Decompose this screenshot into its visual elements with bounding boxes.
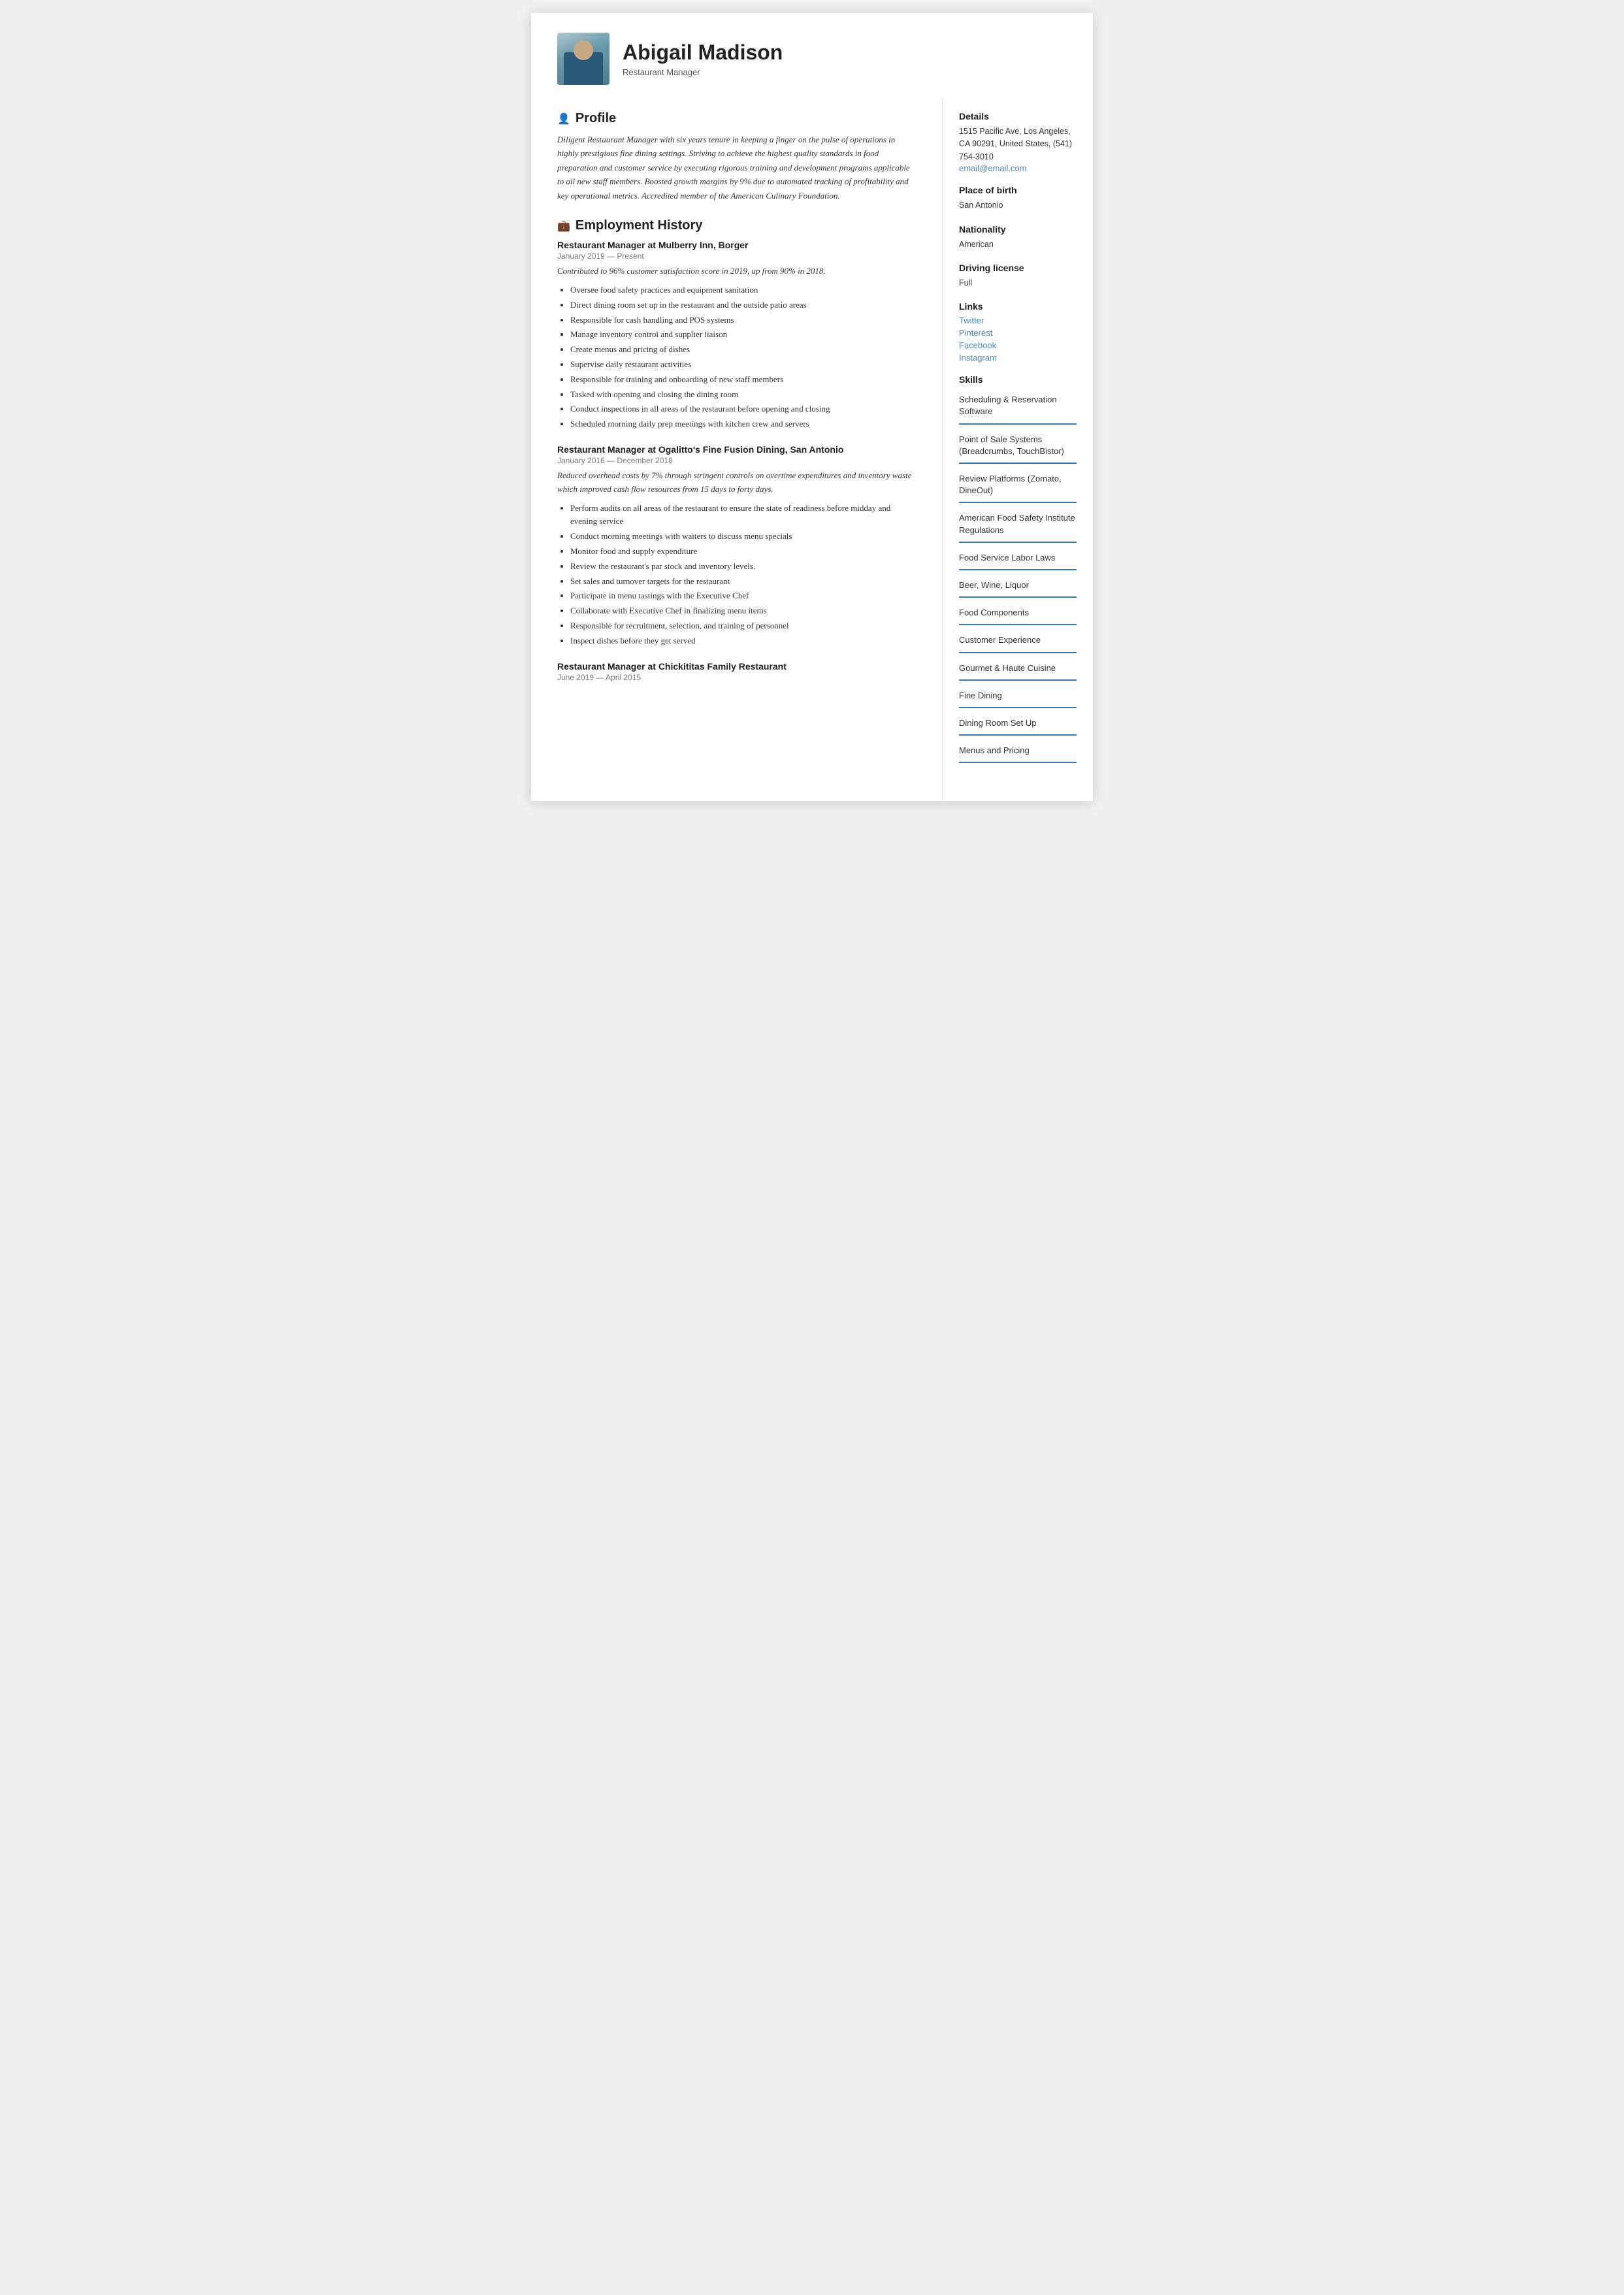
list-item: Direct dining room set up in the restaur… — [570, 299, 916, 312]
list-item: Responsible for training and onboarding … — [570, 373, 916, 387]
skill-name: Food Service Labor Laws — [959, 553, 1055, 562]
job-2-bullets: Perform audits on all areas of the resta… — [557, 502, 916, 648]
job-1-highlight: Contributed to 96% customer satisfaction… — [557, 265, 916, 278]
list-item: Set sales and turnover targets for the r… — [570, 575, 916, 589]
driving-license-section: Driving license Full — [959, 263, 1077, 289]
skill-item: Beer, Wine, Liquor — [959, 574, 1077, 598]
employment-icon: 💼 — [557, 220, 570, 233]
skill-item: Food Service Labor Laws — [959, 547, 1077, 570]
job-2-highlight: Reduced overhead costs by 7% through str… — [557, 469, 916, 496]
job-1: Restaurant Manager at Mulberry Inn, Borg… — [557, 240, 916, 431]
list-item: Scheduled morning daily prep meetings wi… — [570, 417, 916, 431]
place-of-birth-section: Place of birth San Antonio — [959, 185, 1077, 212]
skill-name: Food Components — [959, 608, 1029, 617]
job-1-dates: January 2019 — Present — [557, 252, 916, 261]
links-title: Links — [959, 301, 1077, 312]
skill-name: Scheduling & Reservation Software — [959, 395, 1057, 416]
details-title: Details — [959, 111, 1077, 122]
details-section: Details 1515 Pacific Ave, Los Angeles, C… — [959, 111, 1077, 173]
link-twitter[interactable]: Twitter — [959, 316, 1077, 325]
skills-title: Skills — [959, 374, 1077, 385]
skill-item: Dining Room Set Up — [959, 712, 1077, 736]
place-of-birth-value: San Antonio — [959, 199, 1077, 212]
profile-header: 👤 Profile — [557, 111, 916, 126]
job-2-title: Restaurant Manager at Ogalitto's Fine Fu… — [557, 444, 916, 455]
links-section: Links Twitter Pinterest Facebook Instagr… — [959, 301, 1077, 363]
nationality-label: Nationality — [959, 224, 1077, 235]
place-of-birth-label: Place of birth — [959, 185, 1077, 195]
employment-header: 💼 Employment History — [557, 218, 916, 233]
list-item: Conduct morning meetings with waiters to… — [570, 530, 916, 544]
avatar — [557, 33, 609, 85]
list-item: Review the restaurant's par stock and in… — [570, 560, 916, 574]
driving-license-value: Full — [959, 277, 1077, 289]
nationality-section: Nationality American — [959, 224, 1077, 251]
list-item: Oversee food safety practices and equipm… — [570, 284, 916, 297]
candidate-name: Abigail Madison — [623, 41, 1067, 65]
details-address: 1515 Pacific Ave, Los Angeles, CA 90291,… — [959, 125, 1077, 163]
job-2-dates: January 2016 — December 2018 — [557, 456, 916, 465]
skill-item: Scheduling & Reservation Software — [959, 389, 1077, 424]
job-1-bullets: Oversee food safety practices and equipm… — [557, 284, 916, 431]
skill-item: Review Platforms (Zomato, DineOut) — [959, 468, 1077, 503]
employment-section: 💼 Employment History Restaurant Manager … — [557, 218, 916, 681]
skill-name: Review Platforms (Zomato, DineOut) — [959, 474, 1062, 495]
details-email[interactable]: email@email.com — [959, 163, 1077, 173]
resume-document: Abigail Madison Restaurant Manager 👤 Pro… — [531, 13, 1093, 801]
list-item: Conduct inspections in all areas of the … — [570, 402, 916, 416]
profile-text: Diligent Restaurant Manager with six yea… — [557, 133, 916, 203]
list-item: Manage inventory control and supplier li… — [570, 328, 916, 342]
skill-item: Menus and Pricing — [959, 740, 1077, 763]
list-item: Participate in menu tastings with the Ex… — [570, 589, 916, 603]
skill-item: Customer Experience — [959, 629, 1077, 653]
link-instagram[interactable]: Instagram — [959, 353, 1077, 363]
profile-icon: 👤 — [557, 112, 570, 125]
list-item: Responsible for cash handling and POS sy… — [570, 314, 916, 327]
list-item: Responsible for recruitment, selection, … — [570, 619, 916, 633]
skill-name: Gourmet & Haute Cuisine — [959, 663, 1056, 673]
job-1-title: Restaurant Manager at Mulberry Inn, Borg… — [557, 240, 916, 250]
candidate-title: Restaurant Manager — [623, 67, 1067, 77]
driving-license-label: Driving license — [959, 263, 1077, 273]
header-section: Abigail Madison Restaurant Manager — [531, 13, 1093, 98]
skill-name: Point of Sale Systems (Breadcrumbs, Touc… — [959, 434, 1064, 456]
skill-name: American Food Safety Institute Regulatio… — [959, 513, 1075, 534]
job-2: Restaurant Manager at Ogalitto's Fine Fu… — [557, 444, 916, 648]
profile-title: Profile — [576, 111, 616, 126]
skill-name: Fine Dining — [959, 691, 1002, 700]
skills-section: Skills Scheduling & Reservation Software… — [959, 374, 1077, 763]
skill-item: Fine Dining — [959, 685, 1077, 708]
header-text: Abigail Madison Restaurant Manager — [623, 41, 1067, 77]
nationality-value: American — [959, 238, 1077, 251]
skill-name: Beer, Wine, Liquor — [959, 580, 1029, 590]
job-3-dates: June 2019 — April 2015 — [557, 673, 916, 682]
list-item: Tasked with opening and closing the dini… — [570, 388, 916, 402]
body-section: 👤 Profile Diligent Restaurant Manager wi… — [531, 98, 1093, 801]
list-item: Monitor food and supply expenditure — [570, 545, 916, 559]
skill-item: Point of Sale Systems (Breadcrumbs, Touc… — [959, 429, 1077, 464]
list-item: Perform audits on all areas of the resta… — [570, 502, 916, 529]
profile-section: 👤 Profile Diligent Restaurant Manager wi… — [557, 111, 916, 203]
link-pinterest[interactable]: Pinterest — [959, 328, 1077, 338]
skill-name: Customer Experience — [959, 635, 1041, 645]
job-3: Restaurant Manager at Chickititas Family… — [557, 661, 916, 682]
skill-name: Dining Room Set Up — [959, 718, 1037, 728]
list-item: Inspect dishes before they get served — [570, 634, 916, 648]
job-3-title: Restaurant Manager at Chickititas Family… — [557, 661, 916, 672]
skill-item: Gourmet & Haute Cuisine — [959, 657, 1077, 681]
employment-title: Employment History — [576, 218, 702, 233]
sidebar: Details 1515 Pacific Ave, Los Angeles, C… — [943, 98, 1093, 801]
main-content: 👤 Profile Diligent Restaurant Manager wi… — [531, 98, 943, 801]
list-item: Collaborate with Executive Chef in final… — [570, 604, 916, 618]
skill-item: American Food Safety Institute Regulatio… — [959, 507, 1077, 542]
link-facebook[interactable]: Facebook — [959, 340, 1077, 350]
skill-item: Food Components — [959, 602, 1077, 625]
list-item: Create menus and pricing of dishes — [570, 343, 916, 357]
list-item: Supervise daily restaurant activities — [570, 358, 916, 372]
skill-name: Menus and Pricing — [959, 745, 1030, 755]
